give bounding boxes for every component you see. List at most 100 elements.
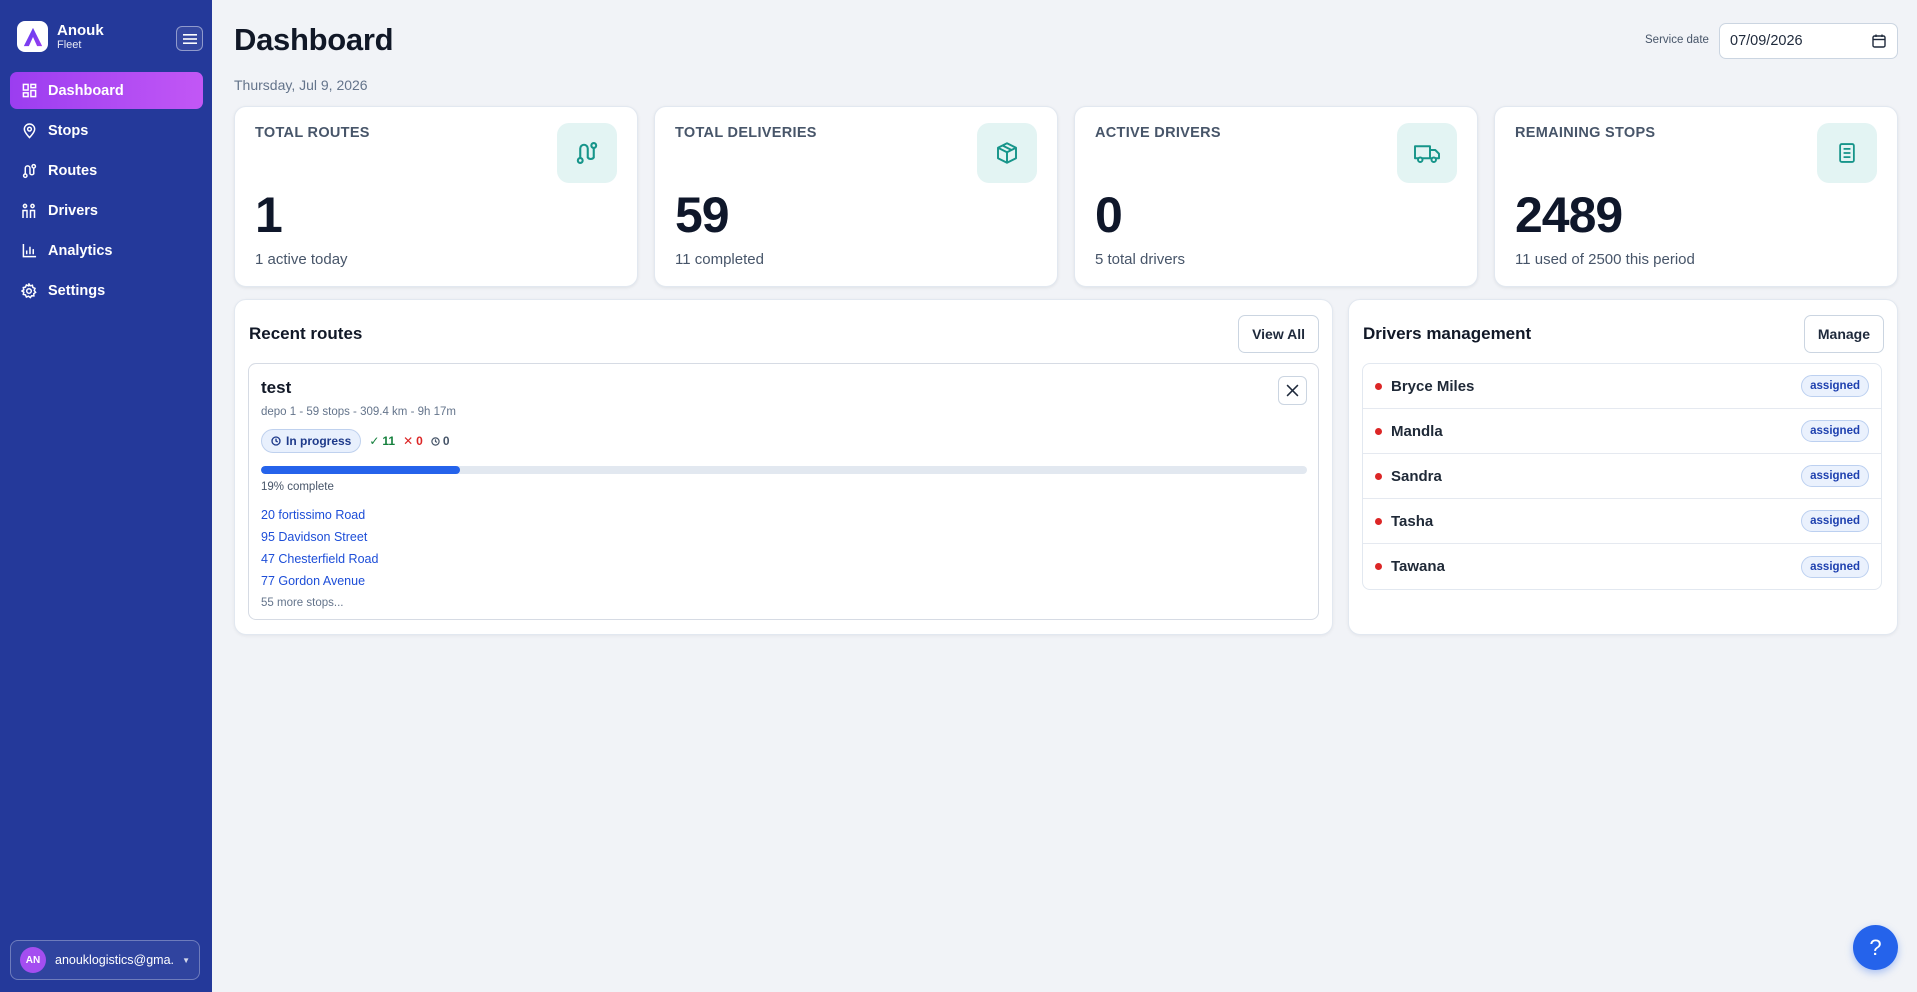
status-badge: assigned: [1801, 555, 1869, 578]
driver-name: Sandra: [1391, 467, 1442, 485]
hamburger-icon: [182, 33, 197, 44]
account-email: anouklogistics@gma...: [55, 953, 174, 967]
route-progress-fill: [261, 466, 460, 474]
clock-icon: [431, 436, 440, 446]
route-icon: [21, 163, 37, 179]
driver-name: Mandla: [1391, 422, 1443, 440]
page-title: Dashboard: [234, 22, 394, 57]
driver-row[interactable]: Tawana assigned: [1363, 544, 1881, 589]
status-badge: assigned: [1801, 375, 1869, 397]
close-icon: [1286, 384, 1299, 397]
recent-routes-panel: Recent routes View All test depo 1 - 59 …: [234, 299, 1333, 635]
completed-count-value: 11: [382, 434, 396, 448]
truck-icon: [1397, 123, 1457, 183]
stat-label: ACTIVE DRIVERS: [1095, 125, 1221, 141]
service-date-value: 07/09/2026: [1730, 33, 1803, 49]
status-badge: assigned: [1801, 510, 1869, 532]
calendar-icon[interactable]: [1871, 33, 1887, 49]
sidebar-item-settings[interactable]: Settings: [10, 272, 203, 309]
driver-row[interactable]: Sandra assigned: [1363, 454, 1881, 499]
route-icon: [557, 123, 617, 183]
stat-subtext: 11 completed: [675, 251, 764, 268]
route-stop-list: 20 fortissimo Road 95 Davidson Street 47…: [261, 504, 378, 614]
brand-name: Anouk: [57, 21, 104, 39]
route-progress-bar: [261, 466, 1307, 474]
stat-card-total-deliveries: TOTAL DELIVERIES 59 11 completed: [654, 106, 1058, 287]
caret-down-icon: ▼: [182, 955, 190, 965]
panel-title: Recent routes: [249, 324, 363, 343]
stat-label: TOTAL DELIVERIES: [675, 125, 817, 141]
dashboard-icon: [21, 83, 37, 99]
status-dot-icon: [1375, 382, 1382, 390]
status-badge: In progress: [261, 429, 362, 453]
driver-list: Bryce Miles assigned Mandla assigned San…: [1362, 363, 1882, 590]
stop-link[interactable]: 47 Chesterfield Road: [261, 548, 378, 570]
stat-subtext: 1 active today: [255, 251, 348, 268]
brand[interactable]: Anouk Fleet: [17, 21, 104, 52]
manage-drivers-button[interactable]: Manage: [1803, 315, 1884, 353]
sidebar-item-label: Dashboard: [48, 82, 124, 99]
sidebar-nav: Dashboard Stops Routes Drivers Analytics: [10, 72, 203, 312]
sidebar: Anouk Fleet Dashboard Stops Routes Drive…: [0, 0, 212, 992]
sidebar-item-analytics[interactable]: Analytics: [10, 232, 203, 269]
brand-logo-icon: [17, 21, 48, 52]
pending-count-value: 0: [442, 434, 450, 448]
brand-subtitle: Fleet: [57, 38, 82, 51]
stat-subtext: 5 total drivers: [1095, 251, 1186, 268]
failed-count: ✕ 0: [403, 434, 423, 448]
stat-label: TOTAL ROUTES: [255, 125, 370, 141]
sidebar-toggle-button[interactable]: [176, 26, 203, 51]
page-date: Thursday, Jul 9, 2026: [234, 77, 368, 93]
failed-count-value: 0: [416, 434, 423, 448]
avatar: AN: [20, 947, 46, 973]
stat-label: REMAINING STOPS: [1515, 125, 1656, 141]
status-dot-icon: [1375, 472, 1382, 480]
more-stops-text: 55 more stops...: [261, 597, 344, 609]
document-icon: [1817, 123, 1877, 183]
panel-title: Drivers management: [1363, 324, 1532, 343]
route-name: test: [261, 378, 292, 397]
x-icon: ✕: [403, 434, 414, 448]
drivers-management-panel: Drivers management Manage Bryce Miles as…: [1348, 299, 1898, 635]
stop-link[interactable]: 77 Gordon Avenue: [261, 570, 378, 592]
driver-row[interactable]: Tasha assigned: [1363, 499, 1881, 544]
close-route-button[interactable]: [1278, 376, 1307, 405]
drivers-icon: [21, 203, 37, 219]
sidebar-item-drivers[interactable]: Drivers: [10, 192, 203, 229]
driver-name: Bryce Miles: [1391, 377, 1475, 395]
gear-icon: [21, 282, 37, 299]
stop-link[interactable]: 20 fortissimo Road: [261, 504, 378, 526]
stat-value: 2489: [1515, 187, 1623, 243]
help-icon: ?: [1869, 934, 1882, 960]
route-meta: depo 1 - 59 stops - 309.4 km - 9h 17m: [261, 406, 456, 418]
route-card[interactable]: test depo 1 - 59 stops - 309.4 km - 9h 1…: [248, 363, 1319, 620]
sidebar-item-dashboard[interactable]: Dashboard: [10, 72, 203, 109]
stat-card-active-drivers: ACTIVE DRIVERS 0 5 total drivers: [1074, 106, 1478, 287]
driver-row[interactable]: Mandla assigned: [1363, 409, 1881, 454]
check-icon: ✓: [369, 434, 380, 448]
driver-row[interactable]: Bryce Miles assigned: [1363, 364, 1881, 409]
sidebar-item-stops[interactable]: Stops: [10, 112, 203, 149]
stat-card-remaining-stops: REMAINING STOPS 2489 11 used of 2500 thi…: [1494, 106, 1898, 287]
sidebar-item-label: Analytics: [48, 242, 113, 259]
service-date-input[interactable]: 07/09/2026: [1719, 23, 1898, 59]
completed-count: ✓ 11: [369, 434, 395, 448]
service-date-label: Service date: [1645, 34, 1709, 46]
bar-chart-icon: [21, 243, 37, 259]
account-menu[interactable]: AN anouklogistics@gma... ▼: [10, 940, 200, 980]
clock-icon: [271, 436, 281, 446]
driver-name: Tasha: [1391, 512, 1434, 530]
stat-value: 59: [675, 187, 730, 243]
sidebar-item-label: Stops: [48, 122, 89, 139]
stop-link[interactable]: 95 Davidson Street: [261, 526, 378, 548]
sidebar-item-label: Drivers: [48, 202, 98, 219]
stat-value: 1: [255, 187, 283, 243]
view-all-button[interactable]: View All: [1238, 315, 1319, 353]
stat-subtext: 11 used of 2500 this period: [1515, 251, 1695, 268]
package-icon: [977, 123, 1037, 183]
status-dot-icon: [1375, 563, 1382, 570]
status-dot-icon: [1375, 427, 1382, 435]
status-badge: assigned: [1801, 465, 1869, 487]
help-button[interactable]: ?: [1853, 925, 1898, 970]
sidebar-item-routes[interactable]: Routes: [10, 152, 203, 189]
